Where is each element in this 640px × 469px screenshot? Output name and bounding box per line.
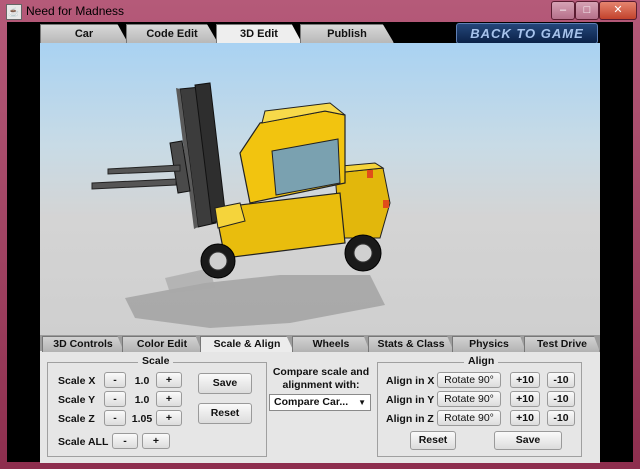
align-z-minus10-button[interactable]: -10 [547, 410, 575, 426]
align-group: Align Align in X Rotate 90° +10 -10 Alig… [377, 355, 582, 457]
scale-y-label: Scale Y [58, 394, 96, 406]
scale-all-label: Scale ALL [58, 436, 109, 448]
scale-all-plus-button[interactable]: + [142, 433, 170, 449]
scale-z-minus-button[interactable]: - [104, 410, 126, 426]
tab-test-drive[interactable]: Test Drive [524, 336, 600, 352]
scale-z-value: 1.05 [131, 413, 153, 425]
title-bar: ☕ Need for Madness – □ ✕ [0, 0, 640, 22]
app-window: ☕ Need for Madness – □ ✕ Car Code Edit 3… [0, 0, 640, 469]
align-z-rotate-button[interactable]: Rotate 90° [437, 410, 501, 426]
compare-label-line1: Compare scale and [272, 366, 370, 378]
scale-z-label: Scale Z [58, 413, 95, 425]
scale-y-value: 1.0 [134, 394, 150, 406]
align-x-label: Align in X [386, 375, 435, 387]
tab-wheels[interactable]: Wheels [292, 336, 370, 352]
align-z-plus10-button[interactable]: +10 [510, 410, 540, 426]
align-title: Align [464, 355, 499, 367]
maximize-button[interactable]: □ [575, 1, 599, 20]
scale-x-minus-button[interactable]: - [104, 372, 126, 388]
scale-save-button[interactable]: Save [198, 373, 252, 394]
back-to-game-button[interactable]: BACK TO GAME [456, 23, 598, 44]
scale-reset-button[interactable]: Reset [198, 403, 252, 424]
tab-color-edit[interactable]: Color Edit [122, 336, 202, 352]
align-reset-button[interactable]: Reset [410, 431, 456, 450]
compare-label-line2: alignment with: [282, 379, 360, 391]
align-z-label: Align in Z [386, 413, 434, 425]
tab-3d-controls[interactable]: 3D Controls [42, 336, 124, 352]
scale-x-label: Scale X [58, 375, 96, 387]
tab-code-edit[interactable]: Code Edit [126, 24, 218, 43]
java-app-icon: ☕ [6, 4, 22, 20]
tab-publish[interactable]: Publish [300, 24, 394, 43]
align-y-plus10-button[interactable]: +10 [510, 391, 540, 407]
window-title: Need for Madness [26, 4, 125, 18]
compare-car-selected: Compare Car... [274, 396, 349, 408]
align-x-rotate-button[interactable]: Rotate 90° [437, 372, 501, 388]
minimize-button[interactable]: – [551, 1, 575, 20]
align-x-plus10-button[interactable]: +10 [510, 372, 540, 388]
scale-x-plus-button[interactable]: + [156, 372, 182, 388]
scale-y-minus-button[interactable]: - [104, 391, 126, 407]
forklift-model [91, 82, 391, 328]
scale-x-value: 1.0 [134, 375, 150, 387]
3d-viewport[interactable] [40, 43, 600, 335]
tab-physics[interactable]: Physics [452, 336, 526, 352]
align-y-label: Align in Y [386, 394, 435, 406]
tab-stats-class[interactable]: Stats & Class [368, 336, 454, 352]
align-x-minus10-button[interactable]: -10 [547, 372, 575, 388]
align-save-button[interactable]: Save [494, 431, 562, 450]
close-button[interactable]: ✕ [599, 1, 637, 20]
edit-subtabs: 3D Controls Color Edit Scale & Align Whe… [40, 335, 600, 352]
compare-car-select[interactable]: Compare Car... ▼ [269, 394, 371, 411]
align-y-minus10-button[interactable]: -10 [547, 391, 575, 407]
scale-all-minus-button[interactable]: - [112, 433, 138, 449]
edit-panel: 3D Controls Color Edit Scale & Align Whe… [40, 335, 600, 463]
scale-y-plus-button[interactable]: + [156, 391, 182, 407]
tab-3d-edit[interactable]: 3D Edit [216, 24, 302, 43]
scale-group: Scale Scale X - 1.0 + Scale Y - 1.0 + Sc… [47, 355, 267, 457]
tab-scale-align[interactable]: Scale & Align [200, 336, 294, 352]
scale-title: Scale [138, 355, 174, 367]
scale-z-plus-button[interactable]: + [156, 410, 182, 426]
align-y-rotate-button[interactable]: Rotate 90° [437, 391, 501, 407]
chevron-down-icon: ▼ [358, 398, 366, 407]
tab-car[interactable]: Car [40, 24, 128, 43]
